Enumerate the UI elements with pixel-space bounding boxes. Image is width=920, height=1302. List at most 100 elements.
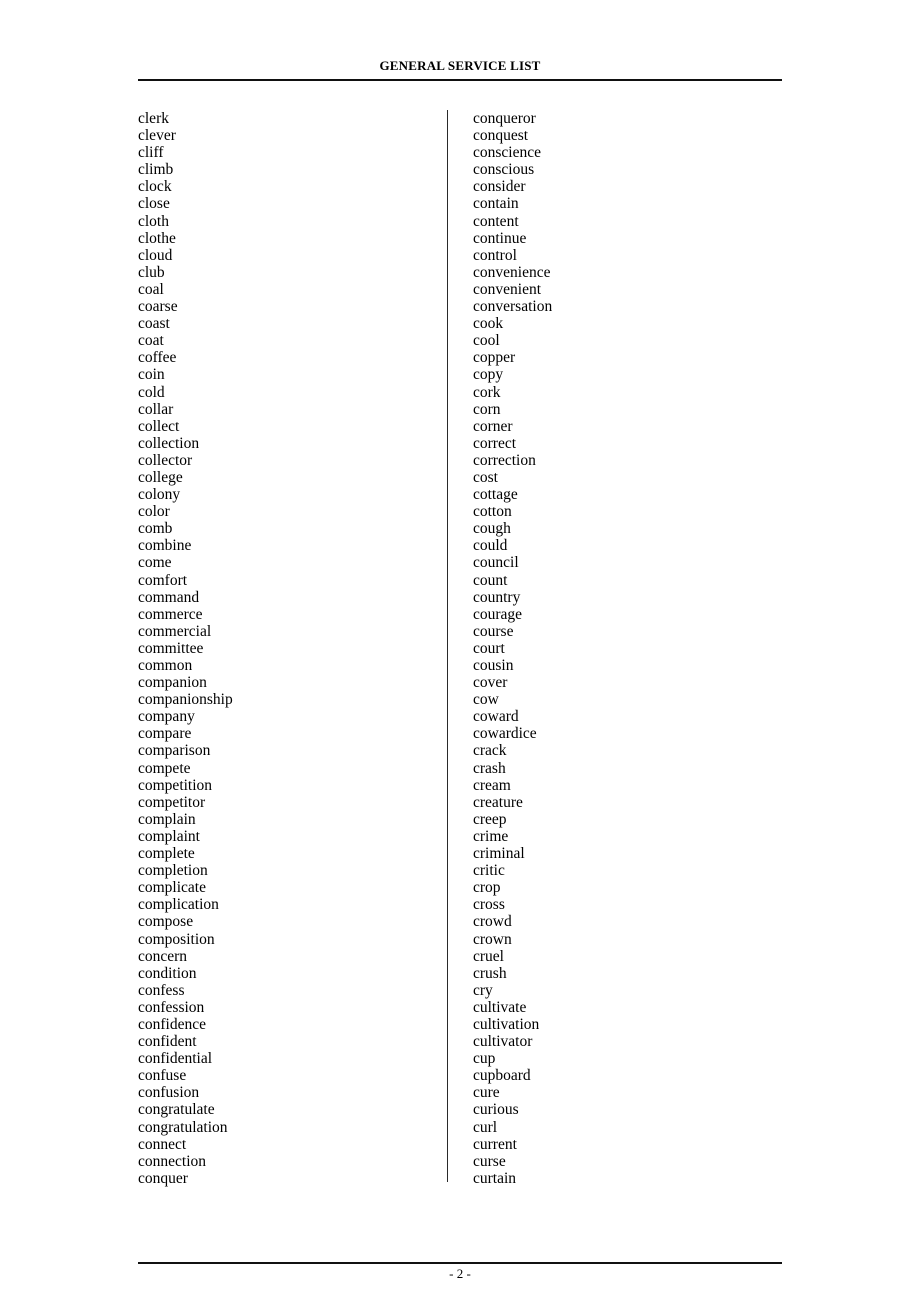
word-list-item: country [473,588,521,606]
word-list-item: completion [138,862,208,880]
word-list-item: copy [473,366,504,384]
word-list-item: consider [473,178,526,196]
word-list-item: come [138,554,172,572]
word-list-item: contain [473,195,519,213]
word-list-item: crack [473,742,507,760]
word-list-item: colony [138,486,181,504]
word-list-item: clever [138,127,176,145]
word-list-item: creep [473,810,507,828]
word-list-item: council [473,554,519,572]
word-list-item: cook [473,315,504,333]
word-list-item: collar [138,400,174,418]
word-list-item: coward [473,708,519,726]
document-page: GENERAL SERVICE LIST clerk clever cliff cli… [0,0,920,1302]
word-list-item: connect [138,1135,187,1153]
word-list-item: confident [138,1033,197,1051]
word-list-item: cruel [473,947,504,965]
word-column-right: conqueror conquest conscience conscious cons… [473,110,773,1187]
word-list-item: cover [473,674,508,692]
word-list-item: correct [473,434,517,452]
word-list-item: cultivator [473,1033,533,1051]
column-divider-line [447,110,448,1182]
word-list-item: companionship [138,691,233,709]
word-list-item: connection [138,1152,207,1170]
word-list-item: coast [138,315,170,333]
word-list-item: cottage [473,486,518,504]
word-list-item: common [138,657,193,674]
word-list-item: confess [138,981,185,999]
word-list-item: curl [473,1118,498,1136]
word-list-item: companion [138,674,207,692]
word-list-item: cross [473,896,505,914]
page-footer: - 2 - [138,1262,782,1282]
word-list-item: creature [473,793,523,811]
word-list-item: conscious [473,161,535,179]
word-list-item: cork [473,383,501,401]
word-list-item: cough [473,520,511,538]
word-list-item: current [473,1135,517,1153]
word-list-item: comb [138,520,173,538]
word-list-right: conqueror conquest conscience conscious cons… [473,110,773,1187]
word-list-item: cure [473,1084,500,1102]
word-list-item: curious [473,1101,519,1119]
word-list-item: cultivate [473,998,527,1016]
word-list-item: clerk [138,110,169,127]
word-list-item: coal [138,280,164,298]
word-list-item: convenience [473,263,551,281]
page-header: GENERAL SERVICE LIST [138,58,782,81]
word-list-item: crown [473,930,512,948]
word-list-item: confidential [138,1050,213,1068]
word-list-item: conquest [473,127,529,145]
word-list-item: count [473,571,508,589]
word-list-item: convenient [473,280,542,298]
word-list-item: collection [138,434,200,452]
header-divider-rule [138,79,782,81]
word-list-item: conqueror [473,110,536,127]
word-list-item: courage [473,605,523,623]
word-list-item: crash [473,759,506,777]
word-list-item: crowd [473,913,512,931]
word-list-item: condition [138,964,197,982]
word-list-item: confuse [138,1067,187,1085]
word-list-item: compare [138,725,192,743]
word-list-item: comparison [138,742,211,760]
word-list-item: court [473,639,505,657]
word-list-item: command [138,588,200,606]
word-list-item: continue [473,229,527,247]
word-list-item: content [473,212,519,230]
word-list-item: combine [138,537,192,555]
word-list-item: college [138,468,183,486]
word-list-item: complicate [138,879,206,897]
word-list-item: club [138,263,165,281]
word-list-item: corner [473,417,513,435]
word-list-item: congratulation [138,1118,228,1136]
word-list-item: clock [138,178,172,196]
word-list-item: collect [138,417,180,435]
word-list-item: complain [138,810,196,828]
word-list-item: critic [473,862,505,880]
word-list-item: climb [138,161,174,179]
word-list-item: cloth [138,212,169,230]
word-list-item: confession [138,998,205,1016]
word-list-item: curtain [473,1169,517,1187]
word-list-item: commercial [138,622,212,640]
page-number: - 2 - [449,1266,471,1281]
word-list-item: cool [473,332,500,350]
word-list-item: cup [473,1050,496,1068]
word-list-item: control [473,246,517,264]
word-list-item: commerce [138,605,203,623]
word-list-item: correction [473,451,536,469]
word-list-item: company [138,708,195,726]
word-list-item: cliff [138,144,164,162]
word-list-item: course [473,622,514,640]
page-title: GENERAL SERVICE LIST [379,58,541,73]
word-list-item: clothe [138,229,176,247]
word-list-item: committee [138,639,204,657]
word-list-item: cream [473,776,511,794]
word-list-item: composition [138,930,215,948]
word-list-left: clerk clever cliff climb clock close cloth clot… [138,110,438,1187]
word-list-item: conscience [473,144,541,162]
word-list-item: cupboard [473,1067,531,1085]
word-list-item: cost [473,468,498,486]
word-list-item: crime [473,827,509,845]
